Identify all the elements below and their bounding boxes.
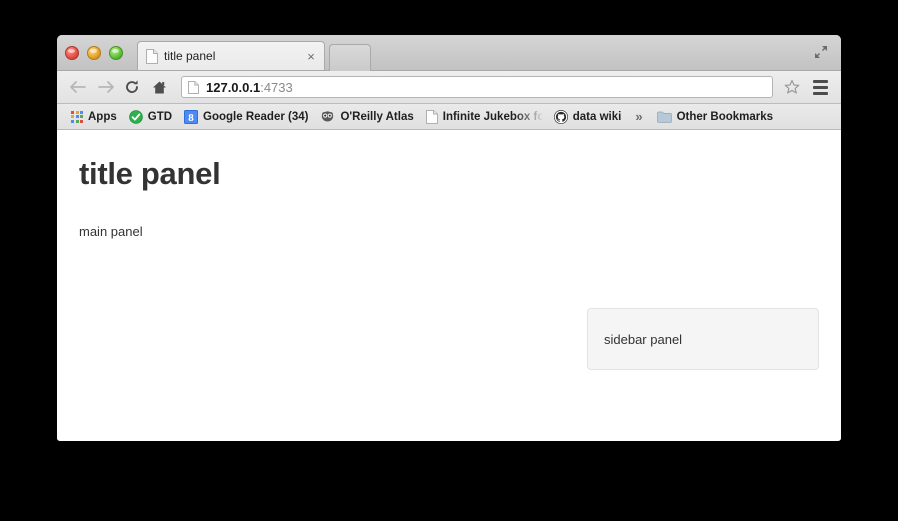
bookmark-label: O'Reilly Atlas (340, 110, 414, 123)
forward-button[interactable] (94, 76, 116, 98)
main-panel: main panel (79, 224, 143, 239)
reload-button[interactable] (121, 76, 143, 98)
page-content: title panel main panel sidebar panel (57, 130, 841, 440)
bookmark-apps[interactable]: Apps (65, 107, 123, 127)
back-arrow-icon (69, 81, 86, 93)
url-port: :4733 (260, 79, 293, 95)
bookmark-star-icon (784, 79, 800, 94)
sidebar-panel-label: sidebar panel (604, 331, 683, 347)
bookmark-star-button[interactable] (781, 76, 803, 98)
back-button[interactable] (67, 76, 89, 98)
sidebar-panel: sidebar panel (587, 308, 819, 370)
bookmarks-bar: Apps GTD 8 Google Reader (34) O'Reilly A… (57, 104, 841, 130)
svg-text:8: 8 (188, 112, 194, 124)
green-check-icon (128, 109, 143, 124)
page-icon (146, 48, 158, 64)
bookmark-label: Apps (88, 110, 117, 123)
bookmarks-overflow-button[interactable]: » (627, 109, 650, 124)
github-octocat-icon (553, 109, 568, 124)
address-bar[interactable]: 127.0.0.1 :4733 (181, 76, 773, 98)
bookmark-label: data wiki (572, 110, 622, 123)
forward-arrow-icon (97, 81, 114, 93)
reload-icon (126, 80, 138, 93)
google-favicon-icon: 8 (184, 109, 199, 124)
tab-label: title panel (164, 49, 216, 63)
bookmark-label: Other Bookmarks (676, 110, 774, 123)
fullscreen-expand-icon[interactable] (813, 44, 829, 60)
close-button[interactable] (65, 46, 79, 60)
page-icon (425, 109, 438, 124)
browser-window: title panel × 127.0.0.1:4733 Apps GTD 8… (57, 35, 841, 441)
page-icon (188, 80, 199, 94)
page-title: title panel (79, 156, 221, 191)
bookmark-label: Google Reader (34) (203, 110, 309, 123)
bookmark-gtd[interactable]: GTD (123, 107, 178, 127)
apps-grid-icon (71, 110, 83, 123)
url-host: 127.0.0.1 (206, 79, 261, 95)
folder-icon (656, 111, 672, 123)
browser-toolbar: 127.0.0.1 :4733 (57, 71, 841, 104)
home-icon (152, 81, 166, 93)
new-tab-button[interactable] (329, 44, 371, 71)
tab-close-icon[interactable]: × (304, 50, 318, 63)
tarsier-icon (322, 111, 334, 122)
bookmark-oreilly-atlas[interactable]: O'Reilly Atlas (314, 107, 419, 127)
bookmark-other-bookmarks[interactable]: Other Bookmarks (651, 107, 780, 127)
tab-title-panel[interactable]: title panel × (137, 41, 325, 70)
home-button[interactable] (148, 76, 170, 98)
bookmark-google-reader[interactable]: 8 Google Reader (34) (178, 107, 314, 127)
tab-strip: title panel × (57, 35, 841, 71)
bookmark-infinite-jukebox[interactable]: Infinite Jukebox for D (420, 107, 548, 127)
bookmark-data-wiki[interactable]: data wiki (548, 107, 628, 127)
zoom-button[interactable] (109, 46, 123, 60)
bookmark-label: Infinite Jukebox for D (442, 110, 542, 123)
chrome-menu-button[interactable] (809, 76, 831, 98)
bookmark-label: GTD (147, 110, 173, 123)
chrome-menu-icon (812, 79, 828, 83)
window-controls (65, 46, 123, 60)
minimize-button[interactable] (87, 46, 101, 60)
